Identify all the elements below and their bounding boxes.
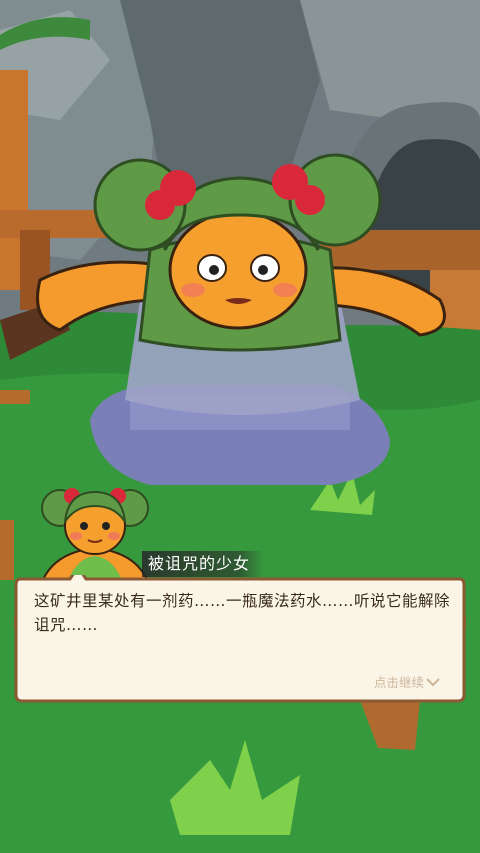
continue-label: 点击继续 [373, 675, 424, 690]
girl-portrait-icon [38, 488, 152, 589]
chevron-down-icon [426, 677, 440, 687]
dialog-box[interactable]: 这矿井里某处有一剂药……一瓶魔法药水……听说它能解除诅咒…… 点击继续 [14, 575, 466, 705]
dialog-text: 这矿井里某处有一剂药……一瓶魔法药水……听说它能解除诅咒…… [34, 592, 451, 634]
speaker-name: 被诅咒的少女 [142, 551, 265, 577]
game-scene [0, 0, 480, 853]
continue-hint[interactable]: 点击继续 [374, 672, 440, 691]
speaker-portrait[interactable] [30, 478, 160, 589]
scene-background [0, 0, 480, 853]
